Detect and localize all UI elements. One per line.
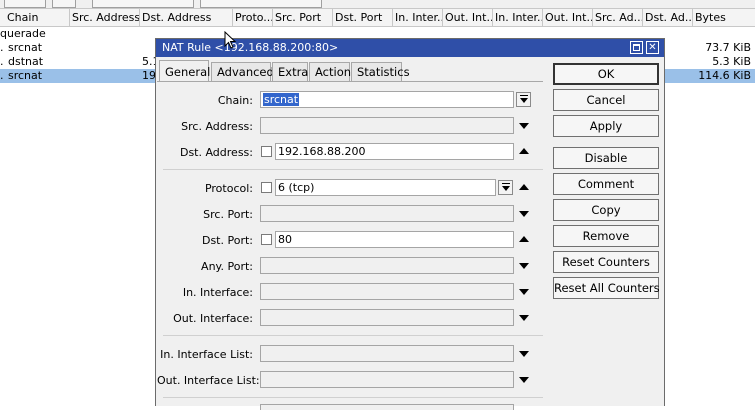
dst-port-value: 80 — [278, 233, 292, 246]
in-interface-list-label: In. Interface List: — [160, 348, 253, 361]
dst-port-field[interactable]: 80 — [275, 231, 514, 248]
dst-address-collapse-icon[interactable] — [519, 148, 529, 154]
separator — [163, 169, 543, 170]
in-interface-list-field[interactable] — [260, 345, 514, 362]
chain-value: srcnat — [263, 93, 300, 106]
in-interface-expand-icon[interactable] — [519, 289, 529, 295]
chain-field[interactable]: srcnat — [260, 91, 514, 108]
toolbar-field[interactable] — [92, 0, 194, 8]
chain-cell: srcnat — [8, 41, 43, 54]
toolbar-button[interactable] — [4, 0, 46, 8]
column-header[interactable]: Dst. Address — [140, 9, 233, 26]
protocol-negate-checkbox[interactable] — [261, 182, 272, 193]
separator — [163, 335, 543, 336]
out-interface-label: Out. Interface: — [173, 312, 253, 325]
chain-dropdown-icon[interactable] — [516, 92, 531, 107]
column-header[interactable]: Proto... — [233, 9, 273, 26]
out-interface-list-expand-icon[interactable] — [519, 377, 529, 383]
ok-button[interactable]: OK — [553, 63, 659, 85]
reset-counters-button[interactable]: Reset Counters — [553, 251, 659, 273]
dst-address-cell: 19 — [142, 69, 156, 82]
protocol-value: 6 (tcp) — [278, 181, 315, 194]
nat-rule-dialog: NAT Rule <192.168.88.200:80> ✕ General A… — [155, 38, 665, 410]
comment-button[interactable]: Comment — [553, 173, 659, 195]
dst-address-value: 192.168.88.200 — [278, 145, 366, 158]
tab-general[interactable]: General — [159, 60, 210, 82]
protocol-dropdown-icon[interactable] — [498, 180, 513, 195]
src-port-field[interactable] — [260, 205, 514, 222]
next-field[interactable] — [260, 404, 514, 410]
toolbar-strip — [0, 0, 755, 9]
dst-address-field[interactable]: 192.168.88.200 — [275, 143, 514, 160]
any-port-expand-icon[interactable] — [519, 263, 529, 269]
column-header[interactable]: Dst. Ad... — [643, 9, 693, 26]
tab-statistics[interactable]: Statistics — [351, 62, 410, 81]
dst-port-negate-checkbox[interactable] — [261, 234, 272, 245]
src-address-label: Src. Address: — [181, 120, 253, 133]
cancel-button[interactable]: Cancel — [553, 89, 659, 111]
any-port-field[interactable] — [260, 257, 514, 274]
dst-port-label: Dst. Port: — [201, 234, 253, 247]
out-interface-field[interactable] — [260, 309, 514, 326]
copy-button[interactable]: Copy — [553, 199, 659, 221]
protocol-field[interactable]: 6 (tcp) — [275, 179, 496, 196]
disable-button[interactable]: Disable — [553, 147, 659, 169]
src-port-label: Src. Port: — [203, 208, 253, 221]
mouse-cursor-icon — [224, 31, 237, 49]
protocol-collapse-icon[interactable] — [519, 184, 529, 190]
bytes-cell: 114.6 KiB — [698, 69, 751, 82]
chain-label: Chain: — [217, 94, 253, 107]
apply-button[interactable]: Apply — [553, 115, 659, 137]
column-header[interactable]: Chain — [5, 9, 70, 26]
toolbar-field[interactable] — [200, 0, 322, 8]
column-header[interactable]: Dst. Port — [333, 9, 393, 26]
tab-action[interactable]: Action — [309, 62, 351, 81]
out-interface-expand-icon[interactable] — [519, 315, 529, 321]
dialog-title: NAT Rule <192.168.88.200:80> — [162, 41, 339, 54]
chain-cell: dstnat — [8, 55, 44, 68]
column-header[interactable]: In. Inter... — [393, 9, 443, 26]
chain-cell: srcnat — [8, 69, 43, 82]
general-tab-panel: Chain: srcnat Src. Address: Dst. Address… — [157, 81, 543, 410]
src-port-expand-icon[interactable] — [519, 211, 529, 217]
src-address-field[interactable] — [260, 117, 514, 134]
remove-button[interactable]: Remove — [553, 225, 659, 247]
src-address-expand-icon[interactable] — [519, 123, 529, 129]
dst-port-collapse-icon[interactable] — [519, 236, 529, 242]
reset-all-counters-button[interactable]: Reset All Counters — [553, 277, 660, 299]
bytes-cell: 5.3 KiB — [712, 55, 751, 68]
dst-address-label: Dst. Address: — [179, 146, 253, 159]
column-header[interactable]: Bytes — [693, 9, 755, 26]
any-port-label: Any. Port: — [201, 260, 253, 273]
tab-advanced[interactable]: Advanced — [211, 62, 274, 81]
protocol-label: Protocol: — [204, 182, 253, 195]
maximize-icon[interactable] — [630, 41, 643, 54]
separator — [163, 397, 543, 398]
toolbar-button[interactable] — [52, 0, 76, 8]
tab-extra[interactable]: Extra — [272, 62, 308, 81]
group-label: querade — [0, 27, 46, 40]
column-header[interactable]: Out. Int... — [543, 9, 593, 26]
column-header[interactable]: Src. Port — [273, 9, 333, 26]
dst-address-negate-checkbox[interactable] — [261, 146, 272, 157]
in-interface-label: In. Interface: — [182, 286, 253, 299]
out-interface-list-field[interactable] — [260, 371, 514, 388]
bytes-cell: 73.7 KiB — [705, 41, 751, 54]
in-interface-field[interactable] — [260, 283, 514, 300]
in-interface-list-expand-icon[interactable] — [519, 351, 529, 357]
column-header[interactable]: Src. Ad... — [593, 9, 643, 26]
column-header[interactable]: Src. Address — [70, 9, 140, 26]
column-header[interactable]: Out. Int... — [443, 9, 493, 26]
table-header: Chain Src. Address Dst. Address Proto...… — [0, 9, 755, 27]
out-interface-list-label: Out. Interface List: — [157, 374, 260, 387]
close-icon[interactable]: ✕ — [646, 41, 659, 54]
column-header[interactable]: In. Inter... — [493, 9, 543, 26]
